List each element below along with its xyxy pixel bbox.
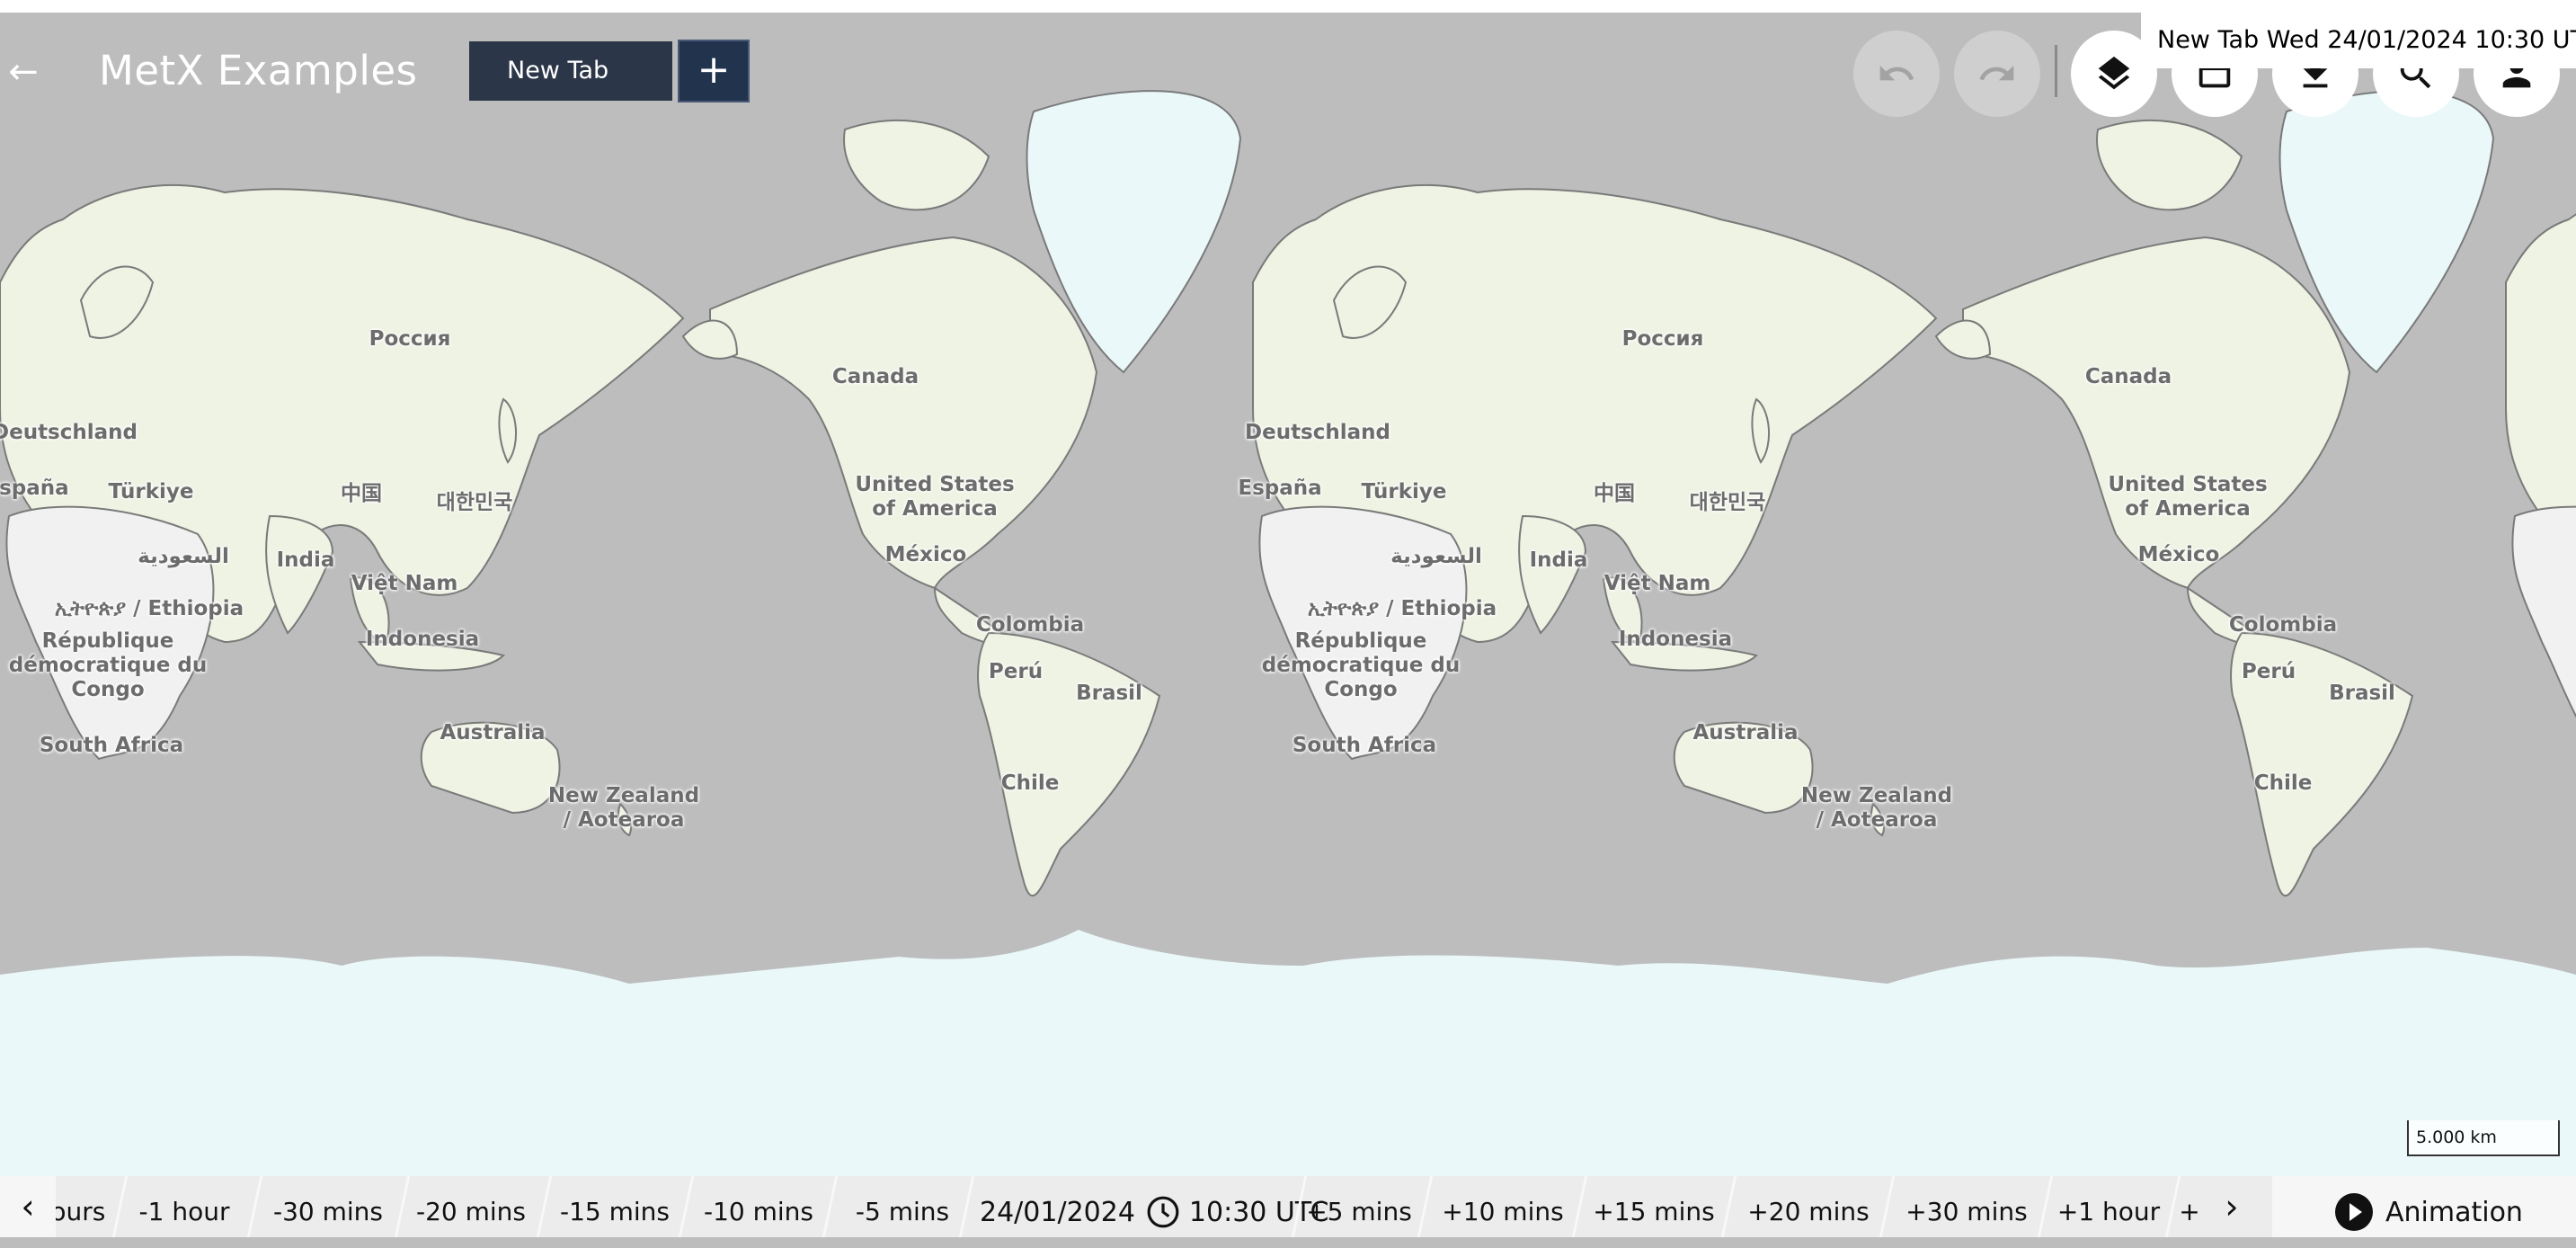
map-label: Colombia bbox=[975, 613, 1085, 637]
time-step[interactable]: -30 mins bbox=[273, 1176, 383, 1237]
time-step[interactable]: -15 mins bbox=[560, 1176, 670, 1237]
map-label: México bbox=[884, 543, 967, 566]
time-step[interactable]: +5 mins bbox=[1306, 1176, 1412, 1237]
tab-new-tab[interactable]: New Tab bbox=[469, 41, 672, 101]
timestamp-banner: New Tab Wed 24/01/2024 10:30 UTC bbox=[2141, 13, 2576, 68]
timeline-next-button[interactable]: › bbox=[2204, 1176, 2260, 1237]
time-step[interactable]: -20 mins bbox=[416, 1176, 526, 1237]
current-time[interactable]: 24/01/2024 10:30 UTC bbox=[980, 1176, 1328, 1237]
time-step[interactable]: +30 mins bbox=[1905, 1176, 2027, 1237]
map-label: España bbox=[1238, 477, 1322, 500]
undo-icon bbox=[1879, 65, 1914, 81]
layers-icon bbox=[2098, 56, 2130, 90]
map-label: ኢትዮጵያ / Ethiopia bbox=[1307, 597, 1497, 620]
animation-button[interactable]: Animation bbox=[2272, 1176, 2576, 1237]
map-label: Việt Nam bbox=[351, 572, 458, 595]
map-label: South Africa bbox=[39, 734, 184, 757]
map-label: Colombia bbox=[2228, 613, 2338, 637]
map-label: République démocratique du Congo bbox=[8, 629, 208, 701]
map-label: United States of America bbox=[855, 473, 1015, 521]
map-label: Brasil bbox=[2329, 682, 2395, 705]
map-canvas[interactable]: Россия Canada Deutschland España Türkiye… bbox=[0, 13, 2576, 1176]
map-label: Türkiye bbox=[1361, 480, 1447, 504]
map-label: Россия bbox=[369, 327, 451, 351]
app-title: MetX Examples bbox=[99, 47, 418, 94]
scale-bar: 5.000 km bbox=[2407, 1120, 2560, 1156]
map-label: Canada bbox=[2084, 365, 2172, 388]
map-label: السعودية bbox=[1390, 545, 1482, 568]
time-step[interactable]: +15 mins bbox=[1593, 1176, 1714, 1237]
map-label: Россия bbox=[1621, 327, 1704, 351]
map-label: République démocratique du Congo bbox=[1261, 629, 1461, 701]
toolbar-divider bbox=[2055, 45, 2057, 97]
map-label: Chile bbox=[2253, 771, 2313, 795]
timeline-prev-button[interactable]: ‹ bbox=[0, 1176, 56, 1237]
map-label: 대한민국 bbox=[436, 491, 513, 514]
map-label: Deutschland bbox=[0, 421, 138, 444]
map-label: Indonesia bbox=[1618, 628, 1733, 651]
map-label: 대한민국 bbox=[1689, 491, 1766, 514]
map-label: New Zealand / Aotearoa bbox=[547, 784, 700, 832]
map-label: Deutschland bbox=[1245, 421, 1390, 444]
map-label: India bbox=[1529, 548, 1588, 572]
current-date: 24/01/2024 bbox=[980, 1196, 1135, 1228]
map-label: Indonesia bbox=[365, 628, 480, 651]
map-label: 中国 bbox=[341, 482, 382, 505]
map-label: Chile bbox=[1000, 771, 1060, 795]
time-step[interactable]: + bbox=[2179, 1176, 2199, 1237]
map-label: Perú bbox=[988, 660, 1044, 683]
map-label: 中国 bbox=[1594, 482, 1635, 505]
time-step[interactable]: +20 mins bbox=[1747, 1176, 1869, 1237]
undo-button[interactable] bbox=[1853, 31, 1940, 117]
add-tab-button[interactable]: + bbox=[678, 40, 750, 103]
map-label: ኢትዮጵያ / Ethiopia bbox=[54, 597, 244, 620]
time-step[interactable]: -10 mins bbox=[704, 1176, 813, 1237]
map-label: Canada bbox=[831, 365, 919, 388]
map-label: Australia bbox=[440, 721, 546, 744]
map-label: United States of America bbox=[2108, 473, 2268, 521]
map-label: India bbox=[276, 548, 335, 572]
map-label: Türkiye bbox=[108, 480, 194, 504]
time-step[interactable]: +1 hour bbox=[2057, 1176, 2160, 1237]
map-label: South Africa bbox=[1292, 734, 1437, 757]
time-step[interactable]: -1 hour bbox=[139, 1176, 230, 1237]
map-label: México bbox=[2137, 543, 2220, 566]
play-icon bbox=[2335, 1193, 2373, 1231]
animation-label: Animation bbox=[2385, 1196, 2523, 1228]
map-label: España bbox=[0, 477, 69, 500]
map-label: New Zealand / Aotearoa bbox=[1800, 784, 1953, 832]
time-step[interactable]: -5 mins bbox=[856, 1176, 949, 1237]
map-label: Brasil bbox=[1076, 682, 1142, 705]
map-label: Perú bbox=[2241, 660, 2296, 683]
time-step[interactable]: +10 mins bbox=[1442, 1176, 1563, 1237]
back-arrow-icon[interactable]: ← bbox=[4, 52, 43, 92]
redo-button[interactable] bbox=[1954, 31, 2040, 117]
map-label: Việt Nam bbox=[1603, 572, 1711, 595]
redo-icon bbox=[1979, 65, 2014, 81]
clock-icon bbox=[1147, 1196, 1179, 1228]
map-label: السعودية bbox=[138, 545, 229, 568]
map-label: Australia bbox=[1692, 721, 1799, 744]
